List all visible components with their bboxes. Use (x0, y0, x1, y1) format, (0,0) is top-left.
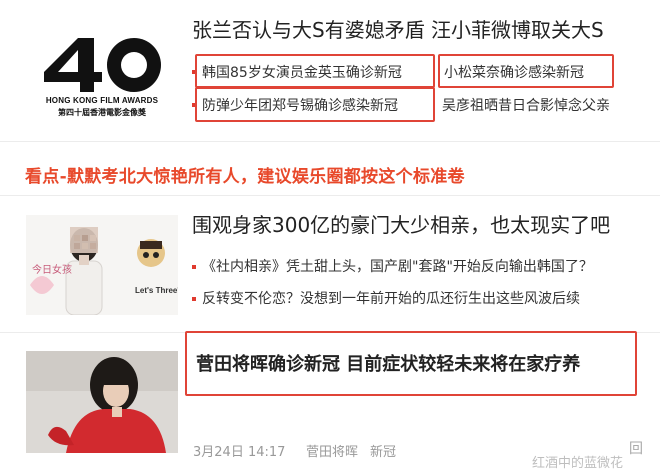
hk-film-awards-logo: 40 HONG KONG FILM AWARDS 第四十屆香港電影金像獎 (38, 36, 166, 117)
article3-date: 3月24日 14:17 (193, 445, 286, 460)
article3-tag-1[interactable]: 菅田将晖 (306, 441, 358, 460)
divider (0, 141, 660, 142)
bullet-icon (192, 265, 196, 269)
watermark-text: 红酒中的蓝微花 (532, 456, 624, 471)
divider (0, 195, 660, 196)
article1-link-1[interactable]: 韩国85岁女演员金英玉确诊新冠 (202, 62, 402, 82)
article1-link-3[interactable]: 防弹少年团郑号锡确诊感染新冠 (202, 95, 398, 115)
article1-link-4[interactable]: 吴彦祖晒昔日合影悼念父亲 (442, 95, 610, 115)
article1-link-2[interactable]: 小松菜奈确诊感染新冠 (444, 62, 584, 82)
highlight-banner-link[interactable]: 看点-默默考北大惊艳所有人，建议娱乐圈都按这个标准卷 (25, 162, 465, 187)
article2-headline[interactable]: 围观身家300亿的豪门大少相亲，也太现实了吧 (192, 209, 610, 238)
logo-line-en: HONG KONG FILM AWARDS (45, 96, 159, 105)
article2-link-1[interactable]: 《社内相亲》凭土甜上头，国产剧"套路"开始反向输出韩国了？ (202, 256, 593, 276)
article2-link-2[interactable]: 反转变不伦恋？没想到一年前开始的瓜还衍生出这些风波后续 (202, 288, 580, 308)
logo-line-zh: 第四十屆香港電影金像獎 (58, 108, 146, 117)
bullet-icon (192, 297, 196, 301)
thumb-left-text: 今日女孩 (32, 263, 72, 276)
thumbnail-illustration: 今日女孩 Let's Three' (26, 215, 178, 315)
article2-thumbnail[interactable]: 今日女孩 Let's Three' (26, 215, 178, 315)
comment-icon[interactable]: 回 (629, 438, 643, 458)
article3-headline[interactable]: 菅田将晖确诊新冠 目前症状较轻未来将在家疗养 (196, 350, 580, 376)
article1-headline[interactable]: 张兰否认与大S有婆媳矛盾 汪小菲微博取关大S (192, 14, 604, 43)
thumbnail-photo (26, 351, 178, 453)
logo-number: 40 (38, 36, 40, 37)
logo-40-graphic: 40 (38, 36, 161, 92)
thumb-right-text: Let's Three' (135, 286, 178, 295)
article3-thumbnail[interactable] (26, 351, 178, 453)
article3-tag-2[interactable]: 新冠 (370, 441, 396, 460)
